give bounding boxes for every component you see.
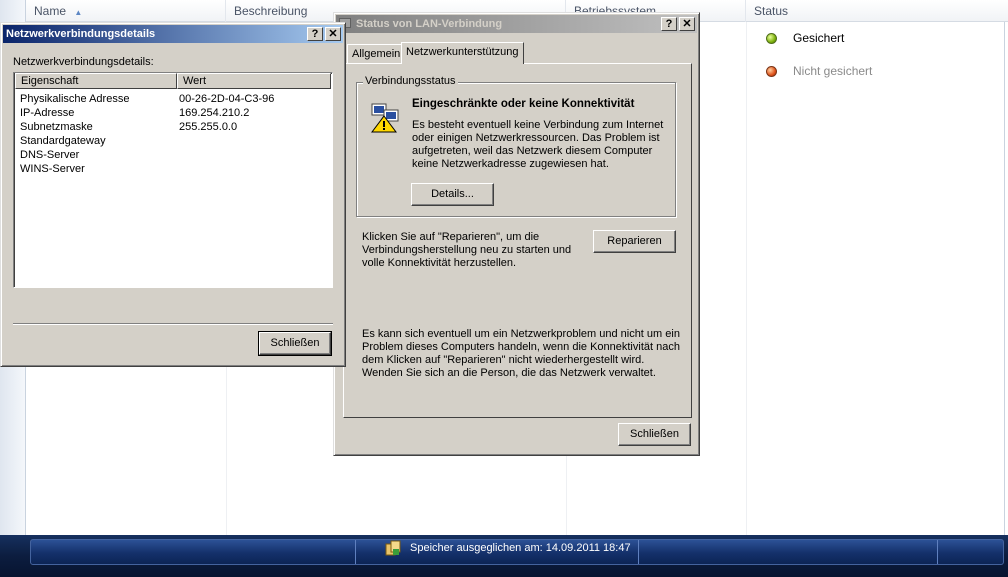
column-header-description-label: Beschreibung bbox=[234, 4, 308, 18]
status-row-not-secured[interactable]: Nicht gesichert bbox=[766, 62, 872, 80]
column-header-value-label: Wert bbox=[183, 75, 207, 87]
taskbar: Speicher ausgeglichen am: 14.09.2011 18:… bbox=[0, 535, 1008, 577]
status-row-secured[interactable]: Gesichert bbox=[766, 29, 844, 47]
lan-status-title: Status von LAN-Verbindung bbox=[356, 18, 503, 30]
backup-status-text: Speicher ausgeglichen am: 14.09.2011 18:… bbox=[410, 542, 631, 554]
group-label: Verbindungsstatus bbox=[363, 75, 458, 87]
backup-status-message[interactable]: Speicher ausgeglichen am: 14.09.2011 18:… bbox=[385, 540, 631, 556]
help-button[interactable]: ? bbox=[661, 17, 677, 31]
description-line: Es besteht eventuell keine Verbindung zu… bbox=[412, 119, 664, 131]
backup-icon bbox=[385, 540, 401, 556]
description-line: oder einigen Netzwerkressourcen. Das Pro… bbox=[412, 132, 660, 144]
property-name[interactable]: WINS-Server bbox=[20, 162, 85, 176]
description-line: keine Netzwerkadresse zugewiesen hat. bbox=[412, 158, 609, 170]
tab-allgemein[interactable]: Allgemein bbox=[347, 44, 406, 64]
network-warning-icon bbox=[370, 102, 402, 134]
column-header-name-label: Name bbox=[34, 4, 67, 18]
tab-allgemein-label: Allgemein bbox=[352, 48, 401, 60]
connection-details-titlebar[interactable]: Netzwerkverbindungsdetails ? ✕ bbox=[3, 25, 343, 43]
column-header-property[interactable]: Eigenschaft bbox=[15, 73, 177, 89]
note-line: Es kann sich eventuell um ein Netzwerkpr… bbox=[362, 328, 680, 340]
property-value[interactable]: 255.255.0.0 bbox=[179, 120, 237, 134]
status-not-secured-label: Nicht gesichert bbox=[793, 64, 873, 78]
sort-ascending-icon: ▲ bbox=[74, 8, 83, 17]
tab-netzwerkunterstuetzung-label: Netzwerkunterstützung bbox=[406, 46, 519, 58]
status-secured-label: Gesichert bbox=[793, 31, 845, 45]
property-name[interactable]: IP-Adresse bbox=[20, 106, 74, 120]
details-button[interactable]: Details... bbox=[411, 183, 494, 206]
property-value[interactable]: 169.254.210.2 bbox=[179, 106, 249, 120]
repair-text-line: Klicken Sie auf "Reparieren", um die bbox=[362, 231, 540, 243]
details-listview[interactable]: Eigenschaft Wert Physikalische Adresse 0… bbox=[13, 72, 333, 288]
taskbar-segment[interactable] bbox=[31, 540, 356, 564]
close-icon[interactable]: ✕ bbox=[679, 17, 695, 31]
property-value[interactable]: 00-26-2D-04-C3-96 bbox=[179, 92, 274, 106]
description-line: aufgetreten, weil das Netzwerk diesem Co… bbox=[412, 145, 653, 157]
note-line: Problem dieses Computers handeln, wenn d… bbox=[362, 341, 680, 353]
property-name[interactable]: DNS-Server bbox=[20, 148, 79, 162]
status-ok-icon bbox=[766, 32, 777, 44]
details-caption: Netzwerkverbindungsdetails: bbox=[13, 56, 154, 68]
column-header-property-label: Eigenschaft bbox=[21, 75, 79, 87]
lan-status-titlebar[interactable]: Status von LAN-Verbindung ? ✕ bbox=[336, 15, 697, 33]
lan-status-window: Status von LAN-Verbindung ? ✕ Allgemein … bbox=[333, 12, 700, 456]
note-line: Wenden Sie sich an die Person, die das N… bbox=[362, 367, 656, 379]
repair-button[interactable]: Reparieren bbox=[593, 230, 676, 253]
tab-netzwerkunterstuetzung[interactable]: Netzwerkunterstützung bbox=[401, 42, 524, 64]
column-header-status[interactable]: Status bbox=[746, 0, 1008, 22]
help-button[interactable]: ? bbox=[307, 27, 323, 41]
close-icon[interactable]: ✕ bbox=[325, 27, 341, 41]
column-header-name[interactable]: Name ▲ bbox=[26, 0, 226, 22]
property-name[interactable]: Physikalische Adresse bbox=[20, 92, 129, 106]
lan-status-close-button[interactable]: Schließen bbox=[618, 423, 691, 446]
repair-text-line: volle Konnektivität herzustellen. bbox=[362, 257, 517, 269]
connection-details-window: Netzwerkverbindungsdetails ? ✕ Netzwerkv… bbox=[0, 22, 346, 367]
status-error-icon bbox=[766, 65, 777, 77]
connection-details-close-button[interactable]: Schließen bbox=[258, 331, 332, 356]
connection-details-title: Netzwerkverbindungsdetails bbox=[6, 28, 156, 40]
taskbar-segment[interactable] bbox=[638, 540, 938, 564]
right-border bbox=[1004, 22, 1005, 535]
connectivity-heading: Eingeschränkte oder keine Konnektivität bbox=[412, 98, 635, 110]
separator bbox=[13, 323, 333, 325]
note-line: dem Klicken auf "Reparieren" nicht wiede… bbox=[362, 354, 645, 366]
column-divider bbox=[746, 22, 747, 535]
property-name[interactable]: Subnetzmaske bbox=[20, 120, 93, 134]
repair-text-line: Verbindungsherstellung neu zu starten un… bbox=[362, 244, 572, 256]
property-name[interactable]: Standardgateway bbox=[20, 134, 106, 148]
column-header-value[interactable]: Wert bbox=[177, 73, 331, 89]
column-header-status-label: Status bbox=[754, 4, 789, 18]
